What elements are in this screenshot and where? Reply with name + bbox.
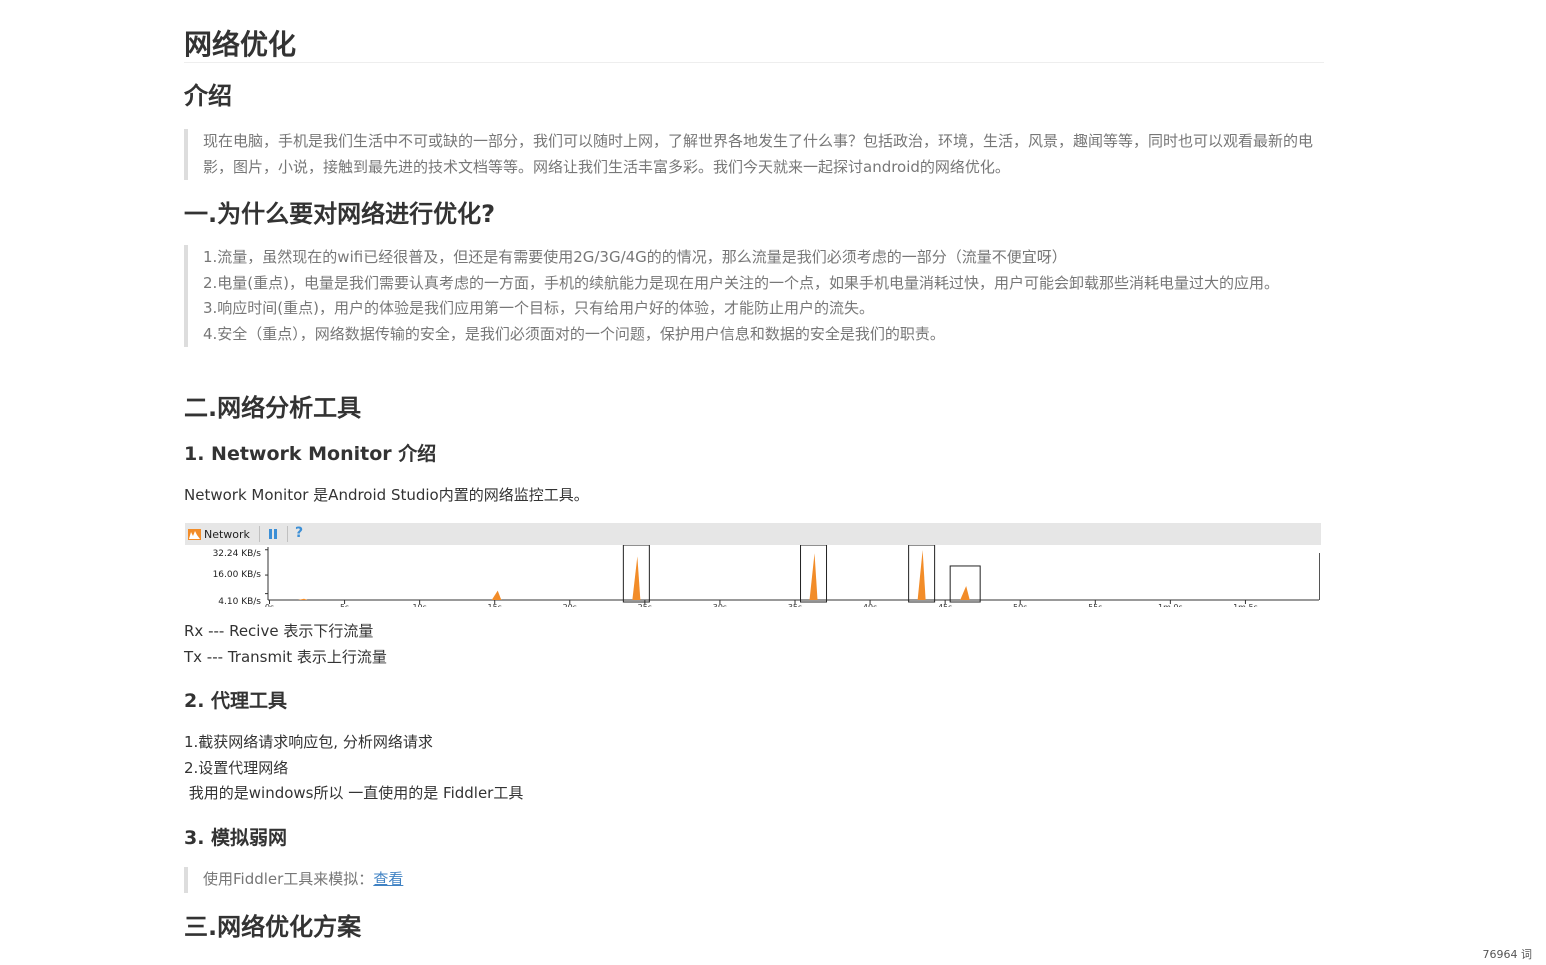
heading-intro: 介绍 [184,82,232,110]
x-tick-label: 30s [713,603,727,607]
heading-weak-network: 3. 模拟弱网 [184,827,288,849]
rx-tx-notes: Rx --- Recive 表示下行流量 Tx --- Transmit 表示上… [184,619,387,670]
x-tick-label: 15s [488,603,502,607]
x-tick-label: 25s [638,603,652,607]
x-tick-label: 50s [1013,603,1027,607]
toolbar-divider [287,526,288,542]
monitor-toolbar: Network ? [185,523,1321,545]
network-monitor-desc: Network Monitor 是Android Studio内置的网络监控工具… [184,486,589,504]
weak-network-text: 使用Fiddler工具来模拟：查看 [203,867,403,893]
x-tick-label: 55s [1088,603,1102,607]
traffic-spike [809,553,818,600]
proxy-line-1: 1.截获网络请求响应包, 分析网络请求 [184,733,433,751]
why-item-3: 3.响应时间(重点)，用户的体验是我们应用第一个目标，只有给用户好的体验，才能防… [203,299,875,317]
why-quote: 1.流量，虽然现在的wifi已经很普及，但还是有需要使用2G/3G/4G的的情况… [184,245,1320,347]
network-traffic-chart: 0s 5s 10s 15s 20s 25s 30s 35s 40s 45s 50s 55s 1m 0s 1… [265,545,1320,607]
traffic-spike [491,590,502,600]
heading-optimization-plan: 三.网络优化方案 [184,913,362,941]
x-tick-label: 45s [938,603,952,607]
word-count: 76964 词 [1482,948,1533,961]
x-tick-label: 1m 5s [1233,603,1258,607]
view-link[interactable]: 查看 [373,870,403,888]
pause-icon[interactable] [267,528,279,540]
toolbar-divider [259,526,260,542]
heading-analysis-tools: 二.网络分析工具 [184,394,362,422]
traffic-spike [917,550,926,600]
tx-note: Tx --- Transmit 表示上行流量 [184,647,387,666]
heading-why-optimize: 一.为什么要对网络进行优化? [184,200,496,228]
traffic-spike [960,585,970,600]
page-title: 网络优化 [184,26,1324,63]
traffic-spike [298,598,308,600]
help-icon[interactable]: ? [295,525,303,541]
intro-quote: 现在电脑，手机是我们生活中不可或缺的一部分，我们可以随时上网，了解世界各地发生了… [184,129,1320,180]
proxy-line-3: 我用的是windows所以 一直使用的是 Fiddler工具 [184,784,524,802]
heading-network-monitor: 1. Network Monitor 介绍 [184,443,437,465]
x-tick-label: 35s [788,603,802,607]
proxy-line-2: 2.设置代理网络 [184,758,289,777]
x-tick-label: 40s [863,603,877,607]
network-monitor-screenshot: Network ? 32.24 KB/s 16.00 KB/s 4.10 KB/… [185,523,1321,607]
why-item-4: 4.安全（重点），网络数据传输的安全，是我们必须面对的一个问题，保护用户信息和数… [203,324,945,343]
intro-quote-text: 现在电脑，手机是我们生活中不可或缺的一部分，我们可以随时上网，了解世界各地发生了… [203,132,1314,176]
weak-network-quote: 使用Fiddler工具来模拟：查看 [184,867,403,893]
rx-note: Rx --- Recive 表示下行流量 [184,622,374,640]
monitor-title: Network [204,528,250,541]
network-monitor-icon [188,529,201,540]
proxy-tools-lines: 1.截获网络请求响应包, 分析网络请求 2.设置代理网络 我用的是windows… [184,730,523,807]
x-tick-label: 5s [340,603,349,607]
why-item-2: 2.电量(重点)，电量是我们需要认真考虑的一方面，手机的续航能力是现在用户关注的… [203,273,1280,292]
why-item-1: 1.流量，虽然现在的wifi已经很普及，但还是有需要使用2G/3G/4G的的情况… [203,248,1067,266]
heading-proxy-tools: 2. 代理工具 [184,690,288,712]
x-tick-label: 0s [265,603,274,607]
x-tick-label: 1m 0s [1158,603,1183,607]
x-tick-label: 20s [563,603,577,607]
x-tick-label: 10s [412,603,426,607]
traffic-spike [632,556,641,600]
weak-network-prefix: 使用Fiddler工具来模拟： [203,870,374,888]
